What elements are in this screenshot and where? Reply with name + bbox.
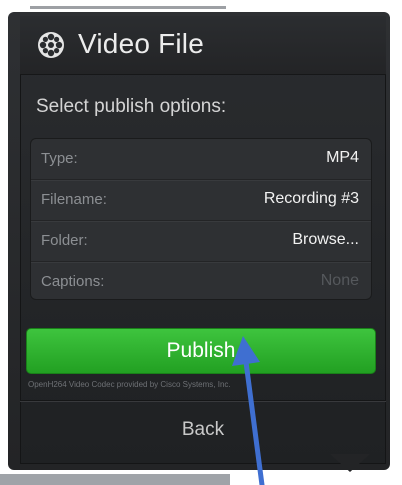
back-button[interactable]: Back <box>20 402 386 458</box>
option-type-value: MP4 <box>326 149 359 166</box>
option-captions-row: Captions: None <box>31 262 371 299</box>
publish-options-list: Type: MP4 Filename: Recording #3 Folder:… <box>30 138 372 300</box>
option-folder-browse[interactable]: Browse... <box>292 231 359 249</box>
back-divider <box>20 400 386 401</box>
option-captions-value: None <box>320 272 359 289</box>
option-filename-value: Recording #3 <box>263 190 359 207</box>
option-captions-label: Captions: <box>41 273 105 290</box>
option-filename-label: Filename: <box>41 191 107 208</box>
popover-titlebar: Video File <box>20 16 386 75</box>
publish-options-heading: Select publish options: <box>36 96 227 117</box>
option-folder-row[interactable]: Folder: Browse... <box>31 221 371 262</box>
option-type-row[interactable]: Type: MP4 <box>31 139 371 180</box>
publish-button[interactable]: Publish <box>26 328 376 374</box>
screenshot-stage: Video File Select publish options: Type:… <box>0 0 402 485</box>
film-reel-icon <box>38 32 64 58</box>
publish-popover: Video File Select publish options: Type:… <box>20 16 386 464</box>
codec-attribution: OpenH264 Video Codec provided by Cisco S… <box>28 380 231 389</box>
option-folder-label: Folder: <box>41 232 88 249</box>
option-filename-row[interactable]: Filename: Recording #3 <box>31 180 371 221</box>
popover-title: Video File <box>78 28 205 59</box>
option-type-label: Type: <box>41 150 78 167</box>
popover-pointer <box>330 454 370 472</box>
top-edge-strip <box>30 6 226 9</box>
bottom-edge-strip <box>0 474 230 485</box>
